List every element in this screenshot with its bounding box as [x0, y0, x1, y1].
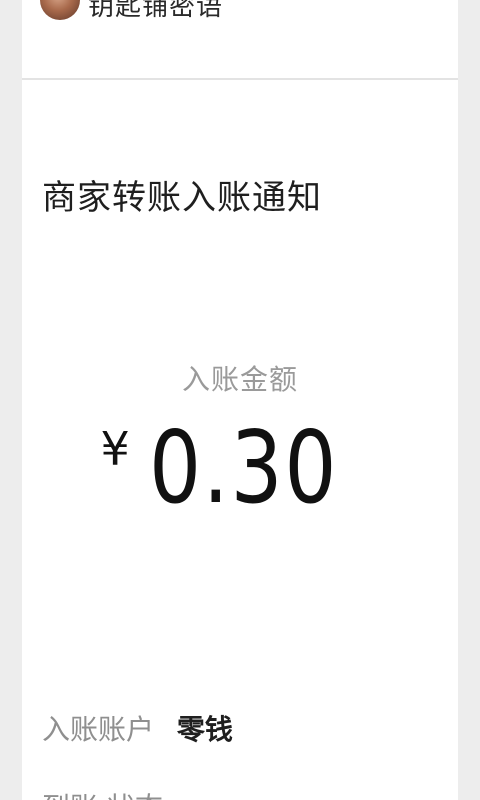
account-name: 钥匙铺密语	[88, 0, 224, 22]
account-row: 入账账户 零钱	[42, 708, 233, 748]
amount-row: ¥ 0.30	[22, 410, 458, 525]
amount-label: 入账金额	[181, 363, 298, 396]
amount-value: 0.30	[148, 409, 338, 526]
currency-symbol: ¥	[100, 422, 130, 476]
account-label: 入账账户	[42, 713, 155, 746]
avatar	[40, 0, 80, 20]
notification-title: 商家转账入账通知	[42, 178, 322, 218]
phone-screen: 钥匙铺密语 商家转账入账通知 入账金额 ¥ 0.30 入账账户 零钱 到账 状态	[0, 0, 480, 800]
partial-info-row: 到账 状态	[42, 786, 163, 800]
notification-card[interactable]: 钥匙铺密语 商家转账入账通知 入账金额 ¥ 0.30 入账账户 零钱 到账 状态	[22, 0, 458, 800]
card-header: 钥匙铺密语	[22, 0, 458, 80]
account-value: 零钱	[176, 713, 233, 746]
